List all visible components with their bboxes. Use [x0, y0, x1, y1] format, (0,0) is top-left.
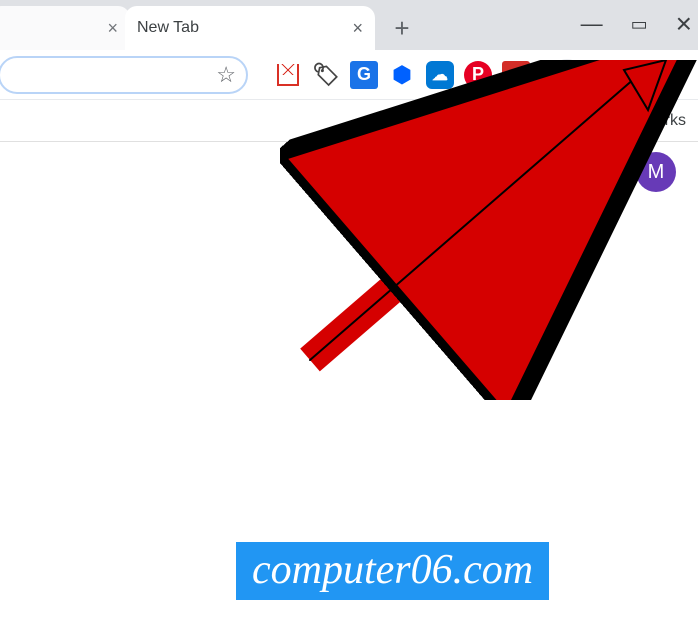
tab-background[interactable]: ×: [0, 6, 130, 50]
gmail-extension-icon[interactable]: [274, 61, 302, 89]
watermark: computer06.com: [236, 542, 549, 600]
toolbar-divider: [540, 62, 541, 88]
minimize-button[interactable]: —: [581, 11, 603, 37]
gmail-link[interactable]: Gmail: [450, 163, 492, 181]
apps-grid-icon[interactable]: [588, 159, 614, 185]
tab-title: New Tab: [137, 19, 199, 37]
extensions-row: 🏷 G ⬢ ☁ P •••: [274, 59, 606, 91]
account-avatar[interactable]: M: [636, 152, 676, 192]
close-icon[interactable]: ×: [352, 18, 363, 39]
toolbar: ☆ 🏷 G ⬢ ☁ P •••: [0, 50, 698, 100]
maximize-button[interactable]: ▭: [631, 14, 648, 35]
tag-extension-icon[interactable]: 🏷: [312, 61, 340, 89]
chrome-menu-button[interactable]: [593, 59, 606, 90]
tab-strip: × New Tab × + — ▭ ×: [0, 0, 698, 50]
dropbox-extension-icon[interactable]: ⬢: [388, 61, 416, 89]
other-bookmarks-link[interactable]: Other bookmarks: [563, 112, 686, 130]
address-bar[interactable]: ☆: [0, 56, 248, 94]
new-tab-button[interactable]: +: [385, 11, 419, 45]
profile-icon[interactable]: [551, 59, 583, 91]
bookmark-star-icon[interactable]: ☆: [216, 62, 236, 88]
onedrive-extension-icon[interactable]: ☁: [426, 61, 454, 89]
google-extension-icon[interactable]: G: [350, 61, 378, 89]
pinterest-extension-icon[interactable]: P: [464, 61, 492, 89]
tab-active[interactable]: New Tab ×: [125, 6, 375, 50]
window-controls: — ▭ ×: [581, 8, 692, 40]
window-close-button[interactable]: ×: [676, 8, 692, 40]
images-link[interactable]: Images: [514, 163, 566, 181]
bookmarks-bar: Other bookmarks: [0, 100, 698, 142]
ntp-header: Gmail Images M: [0, 142, 698, 202]
close-icon[interactable]: ×: [107, 18, 118, 39]
folder-icon: [531, 112, 553, 130]
lastpass-extension-icon[interactable]: •••: [502, 61, 530, 89]
